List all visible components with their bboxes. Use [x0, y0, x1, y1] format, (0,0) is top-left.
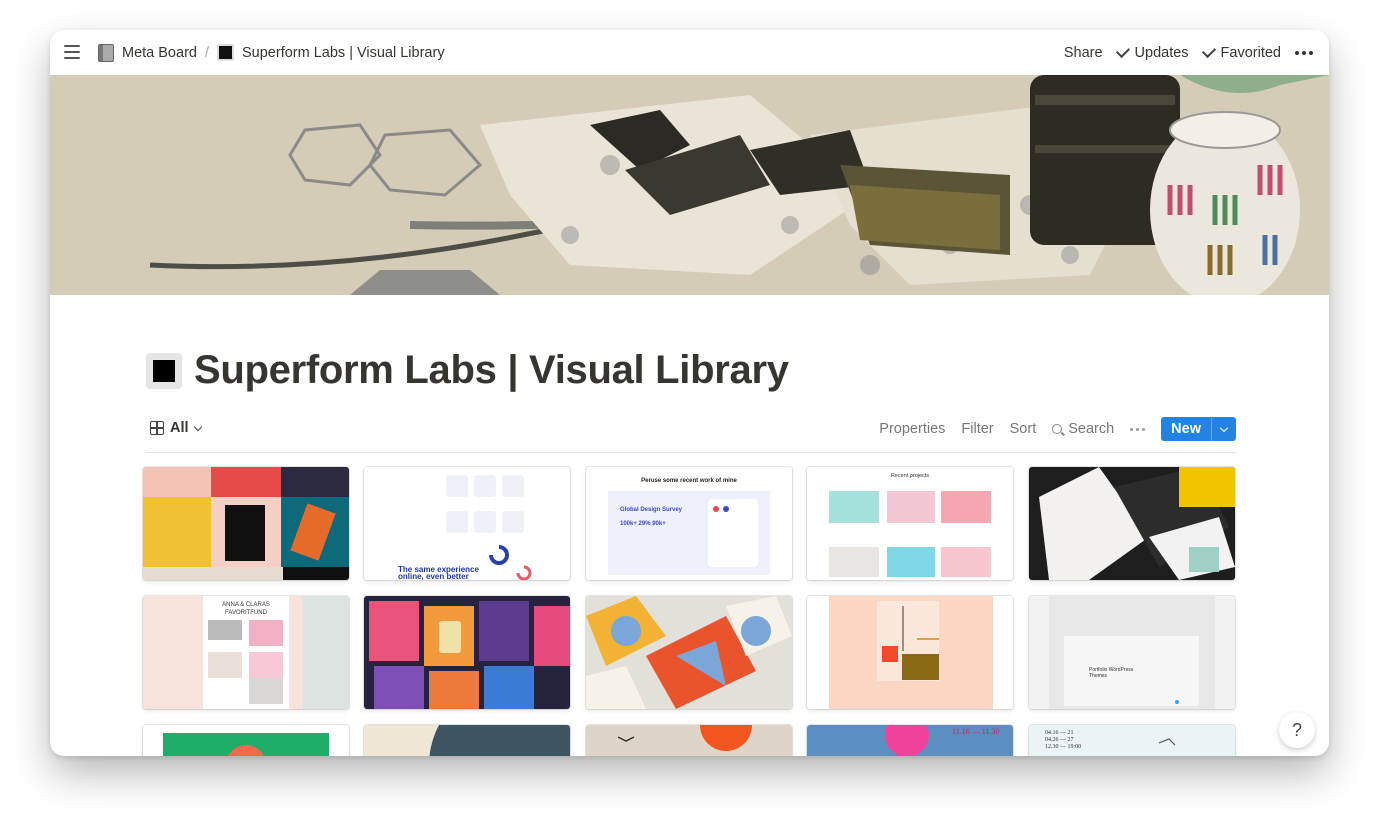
breadcrumb: Meta Board / Superform Labs | Visual Lib…	[98, 30, 445, 75]
svg-text:04.26 — 27: 04.26 — 27	[1045, 737, 1074, 743]
cover-artwork	[50, 75, 1329, 295]
app-window: Meta Board / Superform Labs | Visual Lib…	[50, 30, 1329, 756]
filter-button[interactable]: Filter	[961, 421, 993, 437]
view-more-icon[interactable]	[1130, 427, 1146, 431]
svg-text:Themes: Themes	[1089, 673, 1108, 679]
menu-icon[interactable]	[64, 45, 80, 59]
topbar-actions: Share Updates Favorited	[1064, 30, 1313, 75]
card-thumbnail	[1029, 467, 1235, 580]
card-thumbnail: ANNA & CLARAS FAVORITFUND	[143, 596, 349, 709]
chevron-down-icon	[1219, 423, 1229, 432]
view-actions: Properties Filter Sort Search New	[879, 417, 1236, 441]
page-header: Superform Labs | Visual Library	[146, 348, 789, 393]
card-thumbnail	[143, 467, 349, 580]
card-thumbnail: 04.16 — 21 04.26 — 27 12.30 — 19:00	[1029, 725, 1235, 756]
card-thumbnail: 11.16 — 11.30	[807, 725, 1013, 756]
gallery-card[interactable]	[586, 725, 792, 756]
gallery-card[interactable]	[586, 596, 792, 709]
search-label: Search	[1068, 421, 1115, 437]
breadcrumb-label: Superform Labs | Visual Library	[242, 44, 445, 61]
database-view-bar: All Properties Filter Sort Search New	[146, 416, 1236, 453]
gallery-card[interactable]	[807, 596, 1013, 709]
gallery-card[interactable]: The same experience online, even better	[364, 467, 570, 580]
gallery-card[interactable]: ANNA & CLARAS FAVORITFUND	[143, 596, 349, 709]
card-thumbnail	[586, 596, 792, 709]
gallery-card[interactable]	[143, 467, 349, 580]
breadcrumb-meta-board[interactable]: Meta Board	[98, 43, 197, 62]
svg-text:Global Design Survey: Global Design Survey	[620, 507, 683, 513]
card-thumbnail: Recent projects	[807, 467, 1013, 580]
new-button-group: New	[1161, 417, 1236, 441]
svg-text:04.16 — 21: 04.16 — 21	[1045, 730, 1074, 736]
card-thumbnail: Portfolio WordPress Themes	[1029, 596, 1235, 709]
book-icon	[98, 43, 114, 62]
favorited-label: Favorited	[1220, 44, 1281, 61]
card-thumbnail	[143, 725, 349, 756]
check-icon	[1115, 43, 1130, 59]
gallery-icon	[150, 421, 164, 435]
page-title[interactable]: Superform Labs | Visual Library	[194, 348, 789, 393]
black-square-icon[interactable]	[146, 352, 182, 389]
breadcrumb-visual-library[interactable]: Superform Labs | Visual Library	[217, 44, 445, 61]
gallery-card[interactable]: Peruse some recent work of mine Global D…	[586, 467, 792, 580]
updates-button[interactable]: Updates	[1115, 43, 1189, 61]
help-button[interactable]: ?	[1279, 712, 1315, 748]
card-thumbnail	[364, 596, 570, 709]
gallery-card[interactable]: Recent projects	[807, 467, 1013, 580]
new-dropdown-button[interactable]	[1211, 417, 1236, 441]
svg-text:ANNA & CLARAS: ANNA & CLARAS	[222, 602, 270, 608]
updates-label: Updates	[1134, 44, 1189, 61]
svg-text:12.30 — 19:00: 12.30 — 19:00	[1045, 744, 1081, 750]
view-name: All	[170, 420, 189, 436]
sort-button[interactable]: Sort	[1010, 421, 1037, 437]
properties-button[interactable]: Properties	[879, 421, 945, 437]
gallery-card[interactable]: 11.16 — 11.30	[807, 725, 1013, 756]
gallery-card[interactable]	[364, 725, 570, 756]
svg-text:11.16 — 11.30: 11.16 — 11.30	[952, 727, 999, 736]
top-bar: Meta Board / Superform Labs | Visual Lib…	[50, 30, 1329, 75]
gallery-card[interactable]	[143, 725, 349, 756]
card-thumbnail: Peruse some recent work of mine Global D…	[586, 467, 792, 580]
card-thumbnail	[364, 725, 570, 756]
gallery-card[interactable]: 04.16 — 21 04.26 — 27 12.30 — 19:00	[1029, 725, 1235, 756]
svg-text:FAVORITFUND: FAVORITFUND	[225, 610, 268, 616]
cover-image[interactable]	[50, 75, 1329, 295]
favorited-button[interactable]: Favorited	[1201, 43, 1281, 61]
breadcrumb-label: Meta Board	[122, 44, 197, 61]
gallery-card[interactable]	[1029, 467, 1235, 580]
svg-text:Peruse some recent work of min: Peruse some recent work of mine	[641, 478, 737, 484]
card-thumbnail: The same experience online, even better	[364, 467, 570, 580]
search-icon	[1052, 424, 1063, 434]
svg-text:online, even better: online, even better	[398, 572, 469, 580]
svg-text:100k+ 29% 90k+: 100k+ 29% 90k+	[620, 521, 666, 527]
more-options-icon[interactable]	[1295, 50, 1313, 55]
new-button[interactable]: New	[1161, 417, 1211, 441]
gallery-card[interactable]	[364, 596, 570, 709]
share-button[interactable]: Share	[1064, 45, 1103, 61]
black-square-icon	[217, 44, 234, 61]
gallery-card[interactable]: Portfolio WordPress Themes	[1029, 596, 1235, 709]
breadcrumb-separator: /	[204, 44, 209, 61]
card-thumbnail	[586, 725, 792, 756]
check-icon	[1201, 43, 1216, 59]
chevron-down-icon	[193, 422, 202, 431]
card-thumbnail	[807, 596, 1013, 709]
search-button[interactable]: Search	[1052, 421, 1114, 437]
svg-text:Recent projects: Recent projects	[891, 473, 929, 479]
view-selector[interactable]: All	[150, 420, 202, 436]
